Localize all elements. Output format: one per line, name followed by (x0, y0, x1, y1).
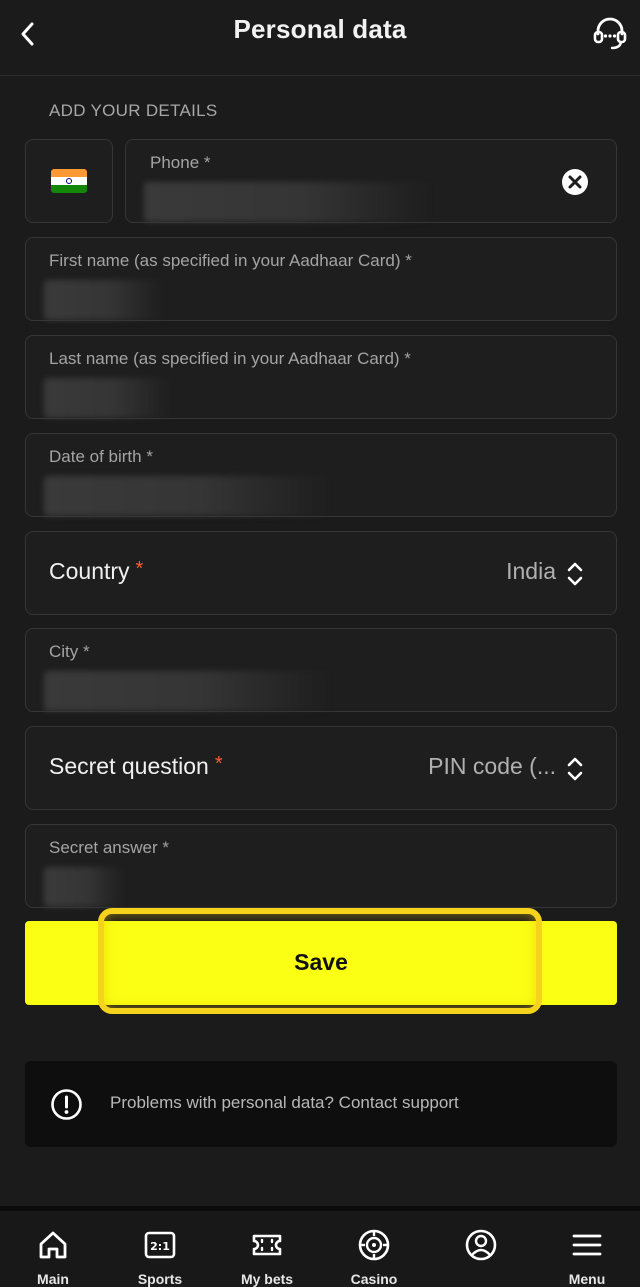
save-button[interactable]: Save (25, 921, 617, 1005)
nav-item-menu[interactable]: Menu (534, 1211, 640, 1287)
support-info-text: Problems with personal data? Contact sup… (110, 1093, 459, 1112)
up-down-chevron-icon (567, 562, 583, 586)
last-name-field[interactable]: Last name (as specified in your Aadhaar … (25, 335, 617, 419)
secret-answer-field[interactable]: Secret answer * (25, 824, 617, 908)
nav-item-sports[interactable]: 2:1 Sports (107, 1211, 213, 1287)
last-name-value-redacted (44, 378, 172, 418)
exclamation-circle-icon (51, 1089, 82, 1120)
secret-answer-label: Secret answer * (49, 838, 169, 857)
bottom-nav: Main 2:1 Sports My bets Casino Menu (0, 1206, 640, 1287)
nav-label-main: Main (37, 1271, 69, 1287)
first-name-field[interactable]: First name (as specified in your Aadhaar… (25, 237, 617, 321)
support-info-box[interactable]: Problems with personal data? Contact sup… (25, 1061, 617, 1147)
up-down-chevron-icon (567, 757, 583, 781)
profile-icon (465, 1229, 497, 1261)
back-button[interactable] (10, 14, 46, 54)
home-icon (39, 1231, 67, 1259)
nav-label-menu: Menu (568, 1271, 606, 1287)
date-of-birth-field[interactable]: Date of birth * (25, 433, 617, 517)
nav-item-my-bets[interactable]: My bets (214, 1211, 320, 1287)
phone-label: Phone * (150, 153, 211, 172)
country-label: Country * (49, 558, 143, 585)
country-label-text: Country (49, 558, 130, 584)
nav-label-sports: Sports (137, 1271, 183, 1287)
secret-question-label: Secret question * (49, 753, 223, 780)
first-name-value-redacted (44, 280, 164, 320)
required-mark: * (214, 753, 223, 775)
secret-answer-value-redacted (44, 867, 124, 907)
nav-item-casino[interactable]: Casino (321, 1211, 427, 1287)
menu-icon (572, 1234, 602, 1256)
save-button-label: Save (294, 949, 348, 975)
secret-question-select[interactable]: Secret question * PIN code (... (25, 726, 617, 810)
sports-odds-icon: 2:1 (144, 1231, 176, 1259)
svg-text:2:1: 2:1 (150, 1240, 170, 1253)
headset-icon (593, 17, 627, 50)
header: Personal data (0, 0, 640, 76)
city-label: City * (49, 642, 90, 661)
clear-phone-button[interactable] (561, 168, 589, 196)
section-label: ADD YOUR DETAILS (49, 101, 218, 120)
nav-item-profile[interactable] (428, 1211, 534, 1285)
support-button[interactable] (590, 12, 630, 54)
phone-value-redacted (144, 182, 432, 222)
nav-item-main[interactable]: Main (0, 1211, 106, 1287)
nav-label-casino: Casino (350, 1271, 398, 1287)
first-name-label: First name (as specified in your Aadhaar… (49, 251, 412, 270)
required-mark: * (135, 558, 144, 580)
page-title: Personal data (233, 14, 407, 44)
secret-question-value: PIN code (... (428, 753, 556, 779)
ticket-icon (252, 1234, 282, 1256)
city-field[interactable]: City * (25, 628, 617, 712)
casino-chip-icon (358, 1229, 390, 1261)
date-of-birth-value-redacted (44, 476, 332, 516)
country-select[interactable]: Country * India (25, 531, 617, 615)
india-flag-icon (51, 169, 87, 193)
phone-field[interactable]: Phone * (125, 139, 617, 223)
close-circle-icon (562, 169, 588, 195)
chevron-left-icon (21, 22, 34, 46)
nav-label-my-bets: My bets (240, 1271, 294, 1287)
date-of-birth-label: Date of birth * (49, 447, 153, 466)
secret-question-label-text: Secret question (49, 753, 209, 779)
country-code-selector[interactable] (25, 139, 113, 223)
city-value-redacted (44, 671, 332, 711)
last-name-label: Last name (as specified in your Aadhaar … (49, 349, 411, 368)
country-value: India (506, 558, 556, 584)
